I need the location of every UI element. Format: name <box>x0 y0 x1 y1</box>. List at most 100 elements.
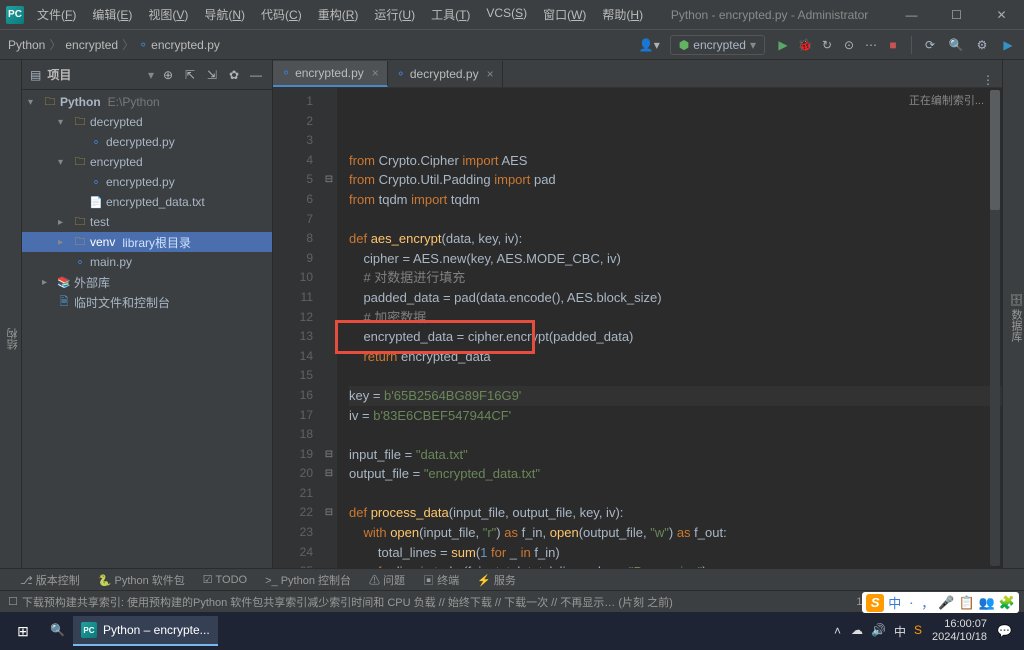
structure-tool-button[interactable]: 结构 <box>5 328 21 350</box>
menu-item[interactable]: 工具(T) <box>424 6 477 23</box>
action-center-icon[interactable]: 💬 <box>997 624 1012 638</box>
tree-row[interactable]: ▸🗀venvlibrary根目录 <box>22 232 272 252</box>
menu-item[interactable]: 运行(U) <box>367 6 422 23</box>
tray-ime-icon[interactable]: 中 <box>894 623 906 640</box>
code-line[interactable]: from tqdm import tqdm <box>349 190 1002 210</box>
coverage-button[interactable]: ↻ <box>819 37 835 53</box>
breadcrumb-folder[interactable]: encrypted <box>65 38 118 52</box>
code-line[interactable]: encrypted_data = cipher.encrypt(padded_d… <box>349 327 1002 347</box>
code-line[interactable]: total_lines = sum(1 for _ in f_in) <box>349 543 1002 563</box>
code-editor[interactable]: 1234567891011121314151617181920212223242… <box>273 88 1002 568</box>
tree-row[interactable]: 🗎临时文件和控制台 <box>22 292 272 312</box>
code-line[interactable]: return encrypted_data <box>349 347 1002 367</box>
panel-settings-icon[interactable]: ✿ <box>226 67 242 83</box>
tree-row[interactable]: ▾🗀encrypted <box>22 152 272 172</box>
debug-button[interactable]: 🐞 <box>797 37 813 53</box>
select-opened-icon[interactable]: ⊕ <box>160 67 176 83</box>
tab-overflow-icon[interactable]: ⋮ <box>982 73 994 87</box>
project-view-icon[interactable]: ▤ <box>30 68 41 82</box>
tree-row[interactable]: ▸📚外部库 <box>22 272 272 292</box>
code-line[interactable] <box>349 366 1002 386</box>
code-line[interactable]: for line in tqdm(f_in, total=total_lines… <box>349 562 1002 568</box>
tree-row[interactable]: 📄encrypted_data.txt <box>22 192 272 212</box>
code-line[interactable]: # 对数据进行填充 <box>349 268 1002 288</box>
ime-token[interactable]: ㆍ <box>905 593 917 612</box>
tray-cloud-icon[interactable]: ☁ <box>851 623 863 640</box>
database-tool-button[interactable]: 🗄 数据库 <box>1008 292 1024 342</box>
bottom-tool-button[interactable]: 🐍 Python 软件包 <box>98 572 185 588</box>
code-line[interactable] <box>349 484 1002 504</box>
tab-close-icon[interactable]: × <box>487 67 494 81</box>
fold-gutter[interactable]: ⊟ ⊟⊟ ⊟ <box>321 88 337 568</box>
editor-tab[interactable]: ⚬encrypted.py× <box>273 61 388 87</box>
code-line[interactable]: key = b'65B2564BG89F16G9' <box>349 386 1002 406</box>
breadcrumb-file[interactable]: ⚬encrypted.py <box>138 38 220 52</box>
code-line[interactable]: from Crypto.Util.Padding import pad <box>349 170 1002 190</box>
cwm-button[interactable]: ⋯ <box>863 37 879 53</box>
ime-token[interactable]: ， <box>921 593 934 612</box>
editor-scrollbar[interactable] <box>990 90 1000 566</box>
event-log-icon[interactable]: ☐ <box>8 595 18 608</box>
bottom-tool-button[interactable]: ⚠ 问题 <box>369 572 405 588</box>
system-clock[interactable]: 16:00:07 2024/10/18 <box>932 618 987 644</box>
code-line[interactable]: output_file = "encrypted_data.txt" <box>349 464 1002 484</box>
tray-chevron-icon[interactable]: ˄ <box>834 624 841 638</box>
tab-close-icon[interactable]: × <box>372 66 379 80</box>
breadcrumb-root[interactable]: Python <box>8 38 45 52</box>
code-line[interactable]: cipher = AES.new(key, AES.MODE_CBC, iv) <box>349 249 1002 269</box>
menu-item[interactable]: VCS(S) <box>479 6 534 23</box>
code-line[interactable]: input_file = "data.txt" <box>349 445 1002 465</box>
code-area[interactable]: 正在编制索引... from Crypto.Cipher import AESf… <box>337 88 1002 568</box>
hide-panel-icon[interactable]: — <box>248 67 264 83</box>
code-line[interactable] <box>349 210 1002 230</box>
run-config-selector[interactable]: ⬢ encrypted ▾ <box>670 35 765 55</box>
menu-item[interactable]: 导航(N) <box>197 6 252 23</box>
close-button[interactable]: ✕ <box>979 0 1024 30</box>
tree-row[interactable]: ▸🗀test <box>22 212 272 232</box>
menu-item[interactable]: 代码(C) <box>254 6 309 23</box>
code-line[interactable]: padded_data = pad(data.encode(), AES.blo… <box>349 288 1002 308</box>
tree-root[interactable]: ▾🗀 Python E:\Python <box>22 92 272 112</box>
menu-item[interactable]: 文件(F) <box>30 6 83 23</box>
add-user-icon[interactable]: 👤▾ <box>639 38 660 52</box>
bottom-tool-button[interactable]: >_ Python 控制台 <box>265 572 351 588</box>
menu-item[interactable]: 视图(V) <box>141 6 195 23</box>
collapse-all-icon[interactable]: ⇲ <box>204 67 220 83</box>
tree-row[interactable]: ⚬main.py <box>22 252 272 272</box>
code-line[interactable]: from Crypto.Cipher import AES <box>349 151 1002 171</box>
tray-sogou-icon[interactable]: S <box>914 623 922 640</box>
project-tree[interactable]: ▾🗀 Python E:\Python ▾🗀decrypted⚬decrypte… <box>22 90 272 568</box>
code-line[interactable] <box>349 425 1002 445</box>
expand-all-icon[interactable]: ⇱ <box>182 67 198 83</box>
ime-token[interactable]: 中 <box>888 593 901 612</box>
menu-item[interactable]: 帮助(H) <box>595 6 650 23</box>
bottom-tool-button[interactable]: ⚡ 服务 <box>477 572 516 588</box>
learn-icon[interactable]: ▶ <box>1000 37 1016 53</box>
maximize-button[interactable]: ☐ <box>934 0 979 30</box>
task-search-button[interactable]: 🔍 <box>42 616 73 646</box>
menu-item[interactable]: 编辑(E) <box>85 6 139 23</box>
search-everywhere-icon[interactable]: 🔍 <box>948 37 964 53</box>
profile-button[interactable]: ⊙ <box>841 37 857 53</box>
settings-icon[interactable]: ⚙ <box>974 37 990 53</box>
bottom-tool-button[interactable]: ☑ TODO <box>203 573 247 586</box>
ime-token[interactable]: 📋 <box>958 595 974 611</box>
code-line[interactable]: iv = b'83E6CBEF547944CF' <box>349 406 1002 426</box>
code-line[interactable]: def aes_encrypt(data, key, iv): <box>349 229 1002 249</box>
bottom-tool-button[interactable]: ⎇ 版本控制 <box>20 572 80 588</box>
menu-item[interactable]: 重构(R) <box>311 6 366 23</box>
ime-token[interactable]: 🧩 <box>999 595 1015 611</box>
tray-volume-icon[interactable]: 🔊 <box>871 623 886 640</box>
tree-row[interactable]: ⚬decrypted.py <box>22 132 272 152</box>
ime-token[interactable]: 🎤 <box>938 595 954 611</box>
bottom-tool-button[interactable]: ▣ 终端 <box>423 572 459 588</box>
minimize-button[interactable]: — <box>889 0 934 30</box>
ime-toolbar[interactable]: S 中ㆍ，🎤📋👥🧩 <box>862 592 1019 613</box>
start-button[interactable]: ⊞ <box>4 612 42 650</box>
code-line[interactable]: def process_data(input_file, output_file… <box>349 503 1002 523</box>
git-update-icon[interactable]: ⟳ <box>922 37 938 53</box>
ime-token[interactable]: 👥 <box>979 595 995 611</box>
editor-tab[interactable]: ⚬decrypted.py× <box>388 61 503 87</box>
code-line[interactable]: with open(input_file, "r") as f_in, open… <box>349 523 1002 543</box>
tree-row[interactable]: ▾🗀decrypted <box>22 112 272 132</box>
